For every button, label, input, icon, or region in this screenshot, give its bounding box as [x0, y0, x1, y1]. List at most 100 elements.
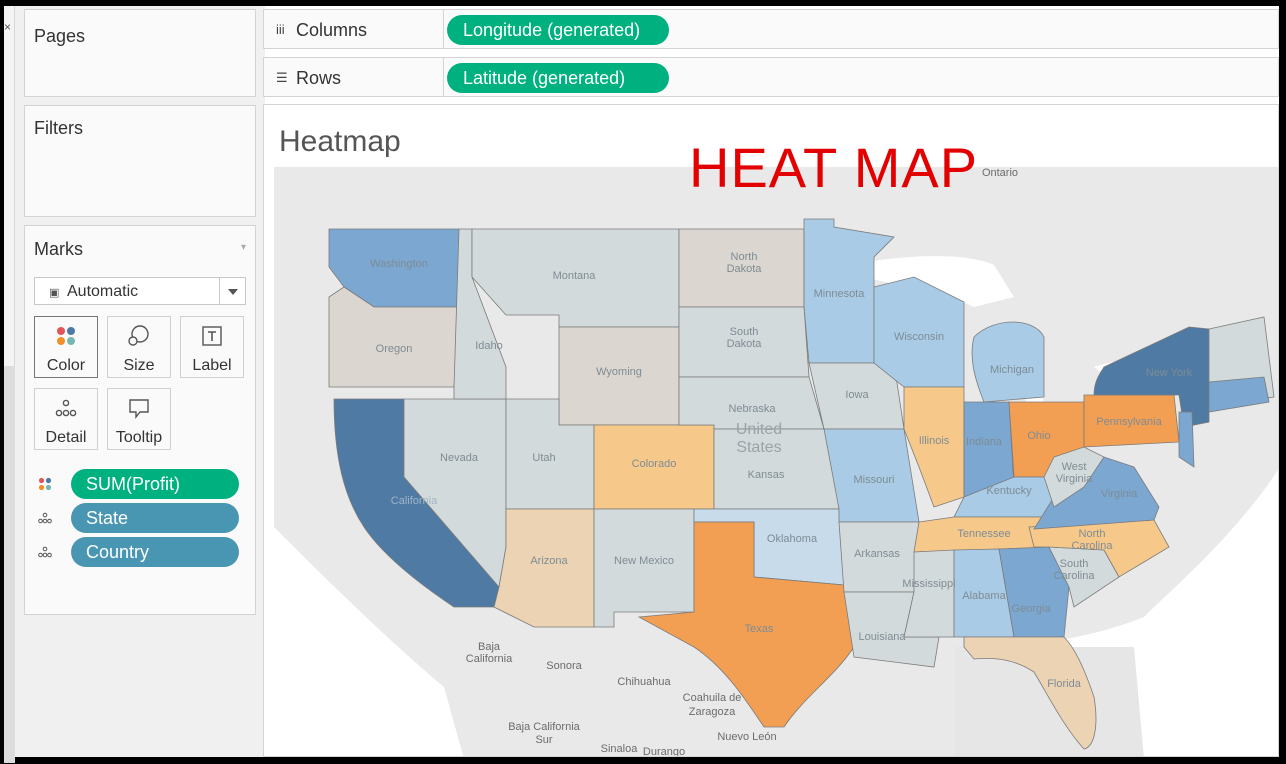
size-icon [108, 325, 170, 347]
label-indiana: Indiana [966, 436, 1003, 448]
label-durango: Durango [643, 746, 685, 757]
label-baja-california-sur-1: Baja California [508, 721, 580, 733]
detail-icon [35, 397, 97, 419]
marks-field-row-state: State [25, 503, 255, 533]
heat-map-annotation: HEAT MAP [689, 136, 979, 199]
tooltip-icon [108, 397, 170, 419]
marks-card-menu-icon[interactable]: ▾ [241, 242, 246, 253]
label-louisiana: Louisiana [858, 631, 906, 643]
label-ohio: Ohio [1027, 430, 1050, 442]
cards-column: Pages Filters Marks ▾ ▣ Automatic Color [15, 6, 265, 757]
marks-field-row-country: Country [25, 537, 255, 567]
label-coahuila-2: Zaragoza [689, 706, 736, 718]
label-washington: Washington [370, 258, 428, 270]
label-utah: Utah [532, 452, 555, 464]
tooltip-button[interactable]: Tooltip [107, 388, 171, 450]
label-west-virginia-2: Virginia [1056, 473, 1093, 485]
label-montana: Montana [553, 270, 597, 282]
rows-shelf[interactable]: ☰ Rows Latitude (generated) [263, 57, 1279, 97]
label-south-dakota-1: South [730, 326, 759, 338]
profit-field-pill[interactable]: SUM(Profit) [71, 469, 239, 499]
tooltip-button-label: Tooltip [115, 429, 163, 446]
label-kansas: Kansas [748, 469, 785, 481]
label-sinaloa: Sinaloa [601, 743, 639, 755]
detail-button[interactable]: Detail [34, 388, 98, 450]
label-nuevo-leon: Nuevo León [717, 731, 776, 743]
label-oklahoma: Oklahoma [767, 533, 818, 545]
label-south-dakota-2: Dakota [727, 338, 763, 350]
color-encoding-icon [38, 477, 52, 491]
label-michigan: Michigan [990, 364, 1034, 376]
label-arizona: Arizona [530, 555, 568, 567]
size-button[interactable]: Size [107, 316, 171, 378]
label-oregon: Oregon [376, 343, 413, 355]
label-illinois: Illinois [919, 435, 950, 447]
sheet-title: Heatmap [279, 125, 401, 158]
state-arizona[interactable] [493, 508, 595, 628]
mark-type-value: Automatic [67, 283, 139, 300]
columns-shelf-label: Columns [296, 20, 368, 40]
visualization-pane: Heatmap Washington Oregon California Nev… [263, 104, 1279, 757]
color-button[interactable]: Color [34, 316, 98, 378]
size-button-label: Size [123, 357, 155, 374]
label-baja-california-sur-2: Sur [535, 734, 552, 746]
label-idaho: Idaho [475, 340, 503, 352]
detail-encoding-icon [38, 546, 52, 558]
label-virginia: Virginia [1101, 488, 1138, 500]
chevron-down-icon[interactable] [219, 278, 245, 304]
label-alabama: Alabama [962, 590, 1006, 602]
marks-field-row-profit: SUM(Profit) [25, 469, 255, 499]
mark-type-dropdown[interactable]: ▣ Automatic [34, 277, 246, 305]
label-north-carolina-1: North [1079, 528, 1106, 540]
label-new-mexico: New Mexico [614, 555, 674, 567]
color-icon [35, 325, 97, 347]
data-pane-scroll-area [4, 366, 15, 763]
label-pennsylvania: Pennsylvania [1096, 416, 1162, 428]
label-nevada: Nevada [440, 452, 479, 464]
color-button-label: Color [46, 357, 86, 374]
frame-bottom-border [0, 757, 1286, 764]
label-minnesota: Minnesota [814, 288, 866, 300]
label-united-states-1: United [736, 421, 782, 438]
state-field-pill[interactable]: State [71, 503, 239, 533]
label-west-virginia-1: West [1062, 461, 1087, 473]
label-missouri: Missouri [854, 474, 895, 486]
label-chihuahua: Chihuahua [617, 676, 671, 688]
pages-card-title: Pages [34, 26, 86, 46]
latitude-pill[interactable]: Latitude (generated) [447, 63, 669, 93]
label-baja-california-2: California [466, 653, 513, 665]
label-wisconsin: Wisconsin [894, 331, 944, 343]
close-icon[interactable]: × [4, 20, 11, 34]
country-field-pill[interactable]: Country [71, 537, 239, 567]
label-baja-california-1: Baja [478, 641, 501, 653]
label-coahuila-1: Coahuila de [683, 692, 742, 704]
shelf-divider [443, 10, 444, 48]
longitude-pill[interactable]: Longitude (generated) [447, 15, 669, 45]
label-ontario: Ontario [982, 167, 1018, 179]
detail-button-label: Detail [45, 429, 87, 446]
filters-card[interactable]: Filters [24, 105, 256, 217]
label-sonora: Sonora [546, 660, 582, 672]
shelf-divider [443, 58, 444, 96]
label-south-carolina-2: Carolina [1054, 570, 1096, 582]
map-mark-icon: ▣ [49, 287, 60, 299]
label-nebraska: Nebraska [728, 403, 776, 415]
text-label-icon [181, 325, 243, 347]
label-georgia: Georgia [1011, 603, 1051, 615]
data-pane-edge: × [4, 6, 15, 763]
us-heatmap[interactable]: Washington Oregon California Nevada Idah… [274, 167, 1279, 757]
label-iowa: Iowa [845, 389, 869, 401]
label-button[interactable]: Label [180, 316, 244, 378]
pages-card[interactable]: Pages [24, 9, 256, 97]
label-texas: Texas [745, 623, 774, 635]
state-new-jersey[interactable] [1178, 411, 1195, 468]
label-united-states-2: States [736, 439, 781, 456]
state-new-mexico[interactable] [593, 508, 695, 628]
frame-right-border [1279, 0, 1286, 764]
columns-icon: iii [276, 22, 285, 37]
state-michigan[interactable] [971, 321, 1045, 403]
label-tennessee: Tennessee [957, 528, 1010, 540]
label-south-carolina-1: South [1060, 558, 1089, 570]
label-north-carolina-2: Carolina [1072, 540, 1114, 552]
columns-shelf[interactable]: iii Columns Longitude (generated) [263, 9, 1279, 49]
